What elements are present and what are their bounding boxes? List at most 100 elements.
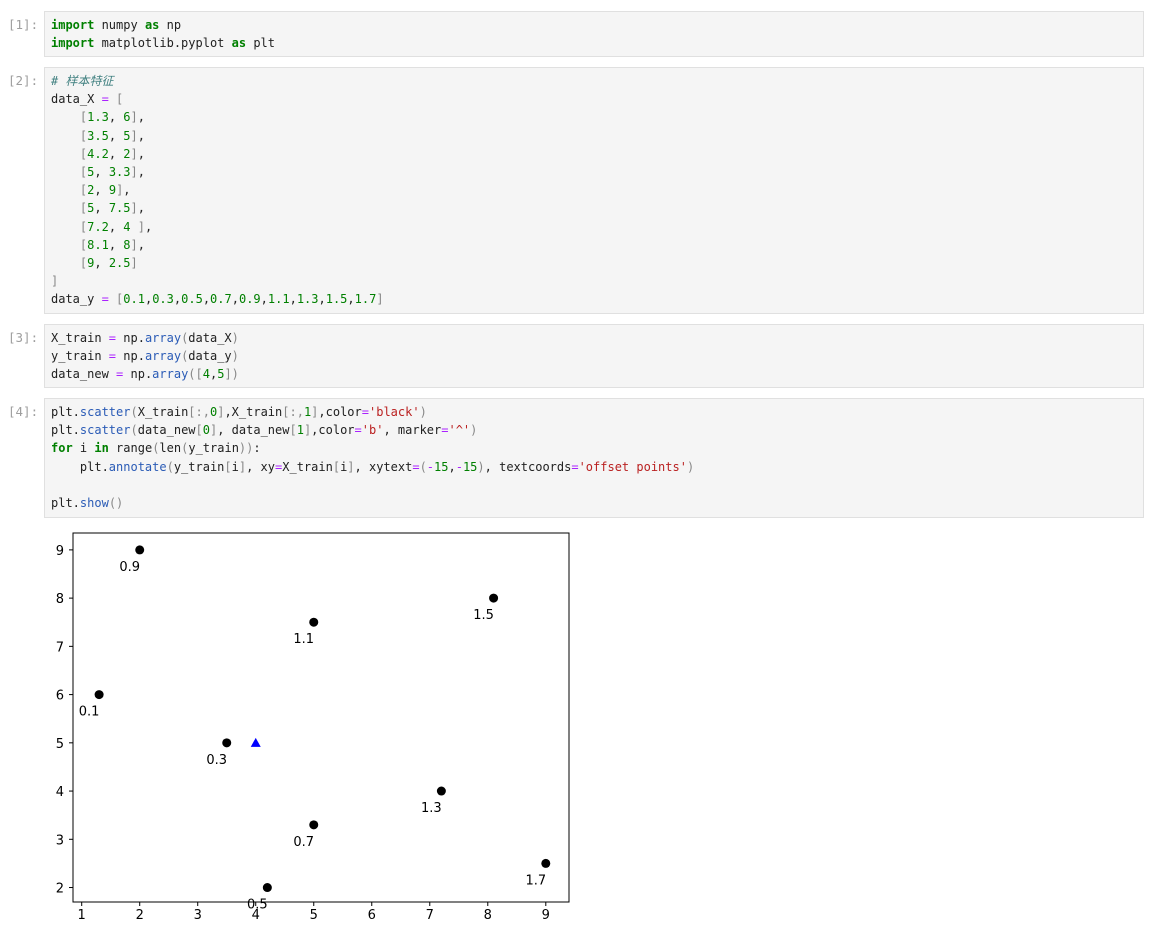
code-token: 8.1 <box>87 237 109 252</box>
code-token: 3.5 <box>87 128 109 143</box>
point-annotation: 1.5 <box>473 608 494 623</box>
data-point <box>309 820 319 830</box>
code-token: ([ <box>188 367 203 382</box>
code-token: [ <box>224 459 232 474</box>
code-token: [ <box>195 423 203 438</box>
point-annotation: 0.7 <box>293 835 314 850</box>
code-input-3[interactable]: X_train = np.array(data_X) y_train = np.a… <box>44 324 1144 388</box>
code-token: , <box>137 201 145 216</box>
code-token: ] <box>347 459 355 474</box>
code-line: [4.2, 2], <box>51 145 1137 163</box>
plot-frame <box>72 532 570 903</box>
code-token: ] <box>51 274 59 289</box>
code-token: 1.3 <box>296 292 319 307</box>
code-token: 'b' <box>361 423 384 438</box>
code-block-4: plt.scatter(X_train[:,0],X_train[:,1],co… <box>51 403 1137 512</box>
code-token: ] <box>130 255 138 270</box>
code-token: ] <box>130 164 138 179</box>
code-token: [:, <box>188 405 210 419</box>
code-token: , <box>202 292 211 307</box>
code-token: , <box>108 237 124 252</box>
prompt-4: [4]: <box>8 404 39 419</box>
code-token: = <box>412 459 420 474</box>
code-token: , <box>137 146 145 161</box>
code-token: , xy <box>246 459 276 474</box>
code-token: ( <box>130 405 138 419</box>
code-token: 3.3 <box>108 164 131 179</box>
code-token: # 样本特征 <box>51 74 114 88</box>
x-tick-label: 3 <box>194 908 202 923</box>
code-token: 0 <box>202 423 210 438</box>
code-token: X_train <box>282 459 333 474</box>
point-annotation: 0.5 <box>247 898 268 913</box>
code-token: for <box>51 441 73 456</box>
code-token: ) <box>231 349 239 364</box>
cell-4-output: 1 2 3 4 5 6 7 8 9 2 3 4 5 6 7 8 9 0.1 0.3 0.5 0.7 0.9 1.1 1.3 1.… <box>44 524 584 928</box>
x-tick-label: 8 <box>484 908 492 923</box>
code-token: [:, <box>282 405 304 419</box>
code-token: data_new <box>51 367 117 382</box>
code-token: , <box>137 164 145 179</box>
code-input-4[interactable]: plt.scatter(X_train[:,0],X_train[:,1],co… <box>44 398 1144 518</box>
code-token: , <box>144 219 153 234</box>
code-token: ] <box>130 146 138 161</box>
code-token: 7.2 <box>87 219 109 234</box>
code-line: data_X = [ <box>51 90 1137 108</box>
code-token: = <box>108 349 117 364</box>
code-token: ,color <box>311 423 355 438</box>
code-line: plt.show() <box>51 494 1137 512</box>
code-token: 2 <box>123 146 131 161</box>
code-token: 1.7 <box>354 292 377 307</box>
code-token: ) <box>686 459 695 474</box>
prompt-2: [2]: <box>8 73 39 88</box>
point-annotation: 1.1 <box>293 632 314 647</box>
code-line: plt.annotate(y_train[i], xy=X_train[i], … <box>51 458 1137 476</box>
code-token: ] <box>376 292 384 307</box>
data-point <box>489 593 499 603</box>
code-token: 'black' <box>369 405 420 419</box>
y-tick-label: 9 <box>56 544 64 559</box>
code-token: ( <box>166 459 174 474</box>
code-token: data_new <box>137 423 196 438</box>
code-token: [ <box>289 423 297 438</box>
code-token: import <box>51 36 95 51</box>
code-token: plt. <box>51 423 80 438</box>
code-token: , xytext <box>354 459 413 474</box>
point-annotation: 1.3 <box>421 801 442 816</box>
code-token: array <box>144 349 182 364</box>
code-token: import <box>51 18 95 32</box>
data-point <box>135 545 145 555</box>
code-token: 1.1 <box>267 292 290 307</box>
code-token: annotate <box>108 459 167 474</box>
code-token: () <box>108 495 124 510</box>
code-token: , <box>94 164 109 179</box>
code-token: , <box>108 146 124 161</box>
code-token: 4.2 <box>87 146 109 161</box>
code-input-1[interactable]: import numpy as np import matplotlib.pypl… <box>44 11 1144 57</box>
code-block-2: # 样本特征 data_X = [ [1.3, 6], [3.5, 5], [4.… <box>51 72 1137 308</box>
code-token: , marker <box>383 423 442 438</box>
code-token: ) <box>477 459 485 474</box>
y-tick-label: 5 <box>56 737 64 752</box>
code-line: import matplotlib.pyplot as plt <box>51 34 1137 52</box>
code-token: 8 <box>123 237 131 252</box>
code-input-2[interactable]: # 样本特征 data_X = [ [1.3, 6], [3.5, 5], [4.… <box>44 67 1144 314</box>
code-token: np <box>159 18 182 32</box>
code-token: scatter <box>79 405 131 419</box>
code-token: ]) <box>224 367 239 382</box>
code-line: plt.scatter(X_train[:,0],X_train[:,1],co… <box>51 403 1137 421</box>
code-line: y_train = np.array(data_y) <box>51 347 1137 365</box>
data-point <box>94 690 104 700</box>
y-tick-label: 8 <box>56 592 64 607</box>
x-tick-label: 1 <box>78 908 86 923</box>
code-token: y_train <box>188 441 239 456</box>
code-line: [7.2, 4 ], <box>51 218 1137 236</box>
code-token: 6 <box>123 110 131 125</box>
code-token: i <box>72 441 95 456</box>
code-token: , <box>108 219 124 234</box>
y-tick-label: 7 <box>56 640 64 655</box>
code-token: ( <box>130 423 138 438</box>
